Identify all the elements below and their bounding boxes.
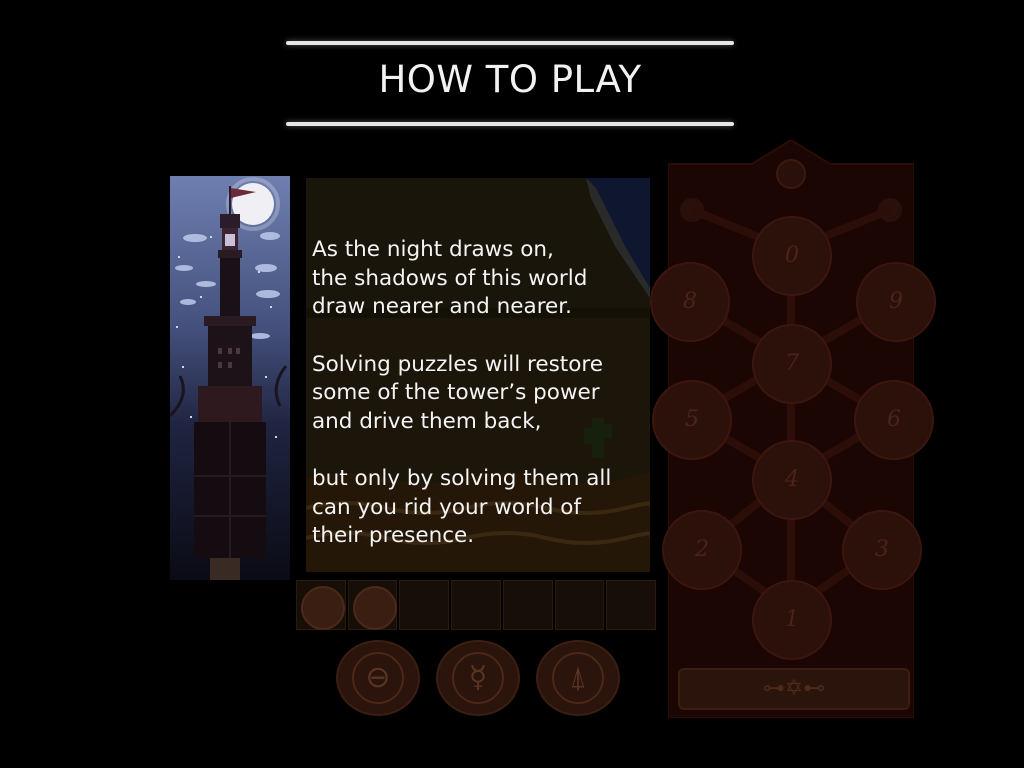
board-node-8[interactable]: 8 bbox=[650, 262, 730, 342]
instruction-line: the shadows of this world bbox=[312, 265, 588, 291]
instruction-line: some of the tower’s power bbox=[312, 380, 600, 405]
inventory-slot[interactable] bbox=[554, 580, 605, 630]
board-node-6[interactable]: 6 bbox=[854, 380, 934, 460]
instruction-paragraph-1: As the night draws on, the shadows of th… bbox=[312, 236, 652, 322]
board-node-9[interactable]: 9 bbox=[856, 262, 936, 342]
inventory-slot[interactable] bbox=[451, 580, 501, 630]
board-node-5[interactable]: 5 bbox=[652, 380, 732, 460]
instruction-line: can you rid your world of bbox=[312, 494, 582, 520]
inventory-bar bbox=[296, 580, 657, 630]
instruction-line: and drive them back, bbox=[312, 408, 542, 434]
board-node-0[interactable]: 0 bbox=[752, 216, 832, 296]
board-node-2[interactable]: 2 bbox=[662, 510, 742, 590]
instruction-line: Solving puzzles will restore bbox=[312, 351, 603, 377]
instruction-paragraph-3: but only by solving them all can you rid… bbox=[312, 465, 652, 551]
rune-button-1[interactable]: ⊖ bbox=[336, 640, 420, 716]
creature-icon bbox=[352, 586, 397, 630]
page-title: HOW TO PLAY bbox=[378, 58, 642, 101]
inventory-slot[interactable] bbox=[399, 580, 450, 630]
board-node-7[interactable]: 7 bbox=[752, 324, 832, 404]
circle-bar-icon: ⊖ bbox=[352, 652, 404, 704]
board-slider-bar[interactable]: ⊶✡⊷ bbox=[678, 668, 910, 710]
instruction-line: As the night draws on, bbox=[312, 237, 554, 262]
board-node-4[interactable]: 4 bbox=[752, 440, 832, 520]
instruction-line: their presence. bbox=[312, 523, 475, 548]
inventory-slot[interactable] bbox=[606, 580, 657, 630]
board-node-1[interactable]: 1 bbox=[752, 580, 832, 660]
sun-icon bbox=[776, 159, 806, 189]
inventory-slot[interactable] bbox=[502, 580, 553, 630]
title-top-rule bbox=[286, 41, 734, 45]
instructions-text: As the night draws on, the shadows of th… bbox=[312, 236, 652, 580]
instruction-line: but only by solving them all bbox=[312, 466, 612, 491]
mercury-icon: ☿ bbox=[452, 652, 504, 704]
board-node-3[interactable]: 3 bbox=[842, 510, 922, 590]
jar-icon bbox=[301, 586, 345, 630]
instruction-line: draw nearer and nearer. bbox=[312, 294, 572, 319]
rune-button-3[interactable]: ⍋ bbox=[536, 640, 620, 716]
title-bottom-rule bbox=[286, 122, 734, 126]
rune-button-2[interactable]: ☿ bbox=[436, 640, 520, 716]
instruction-paragraph-2: Solving puzzles will restore some of the… bbox=[312, 351, 652, 437]
tower-illustration bbox=[170, 176, 290, 580]
inventory-slot[interactable] bbox=[296, 580, 346, 630]
inventory-slot[interactable] bbox=[347, 580, 398, 630]
up-arrow-triangle-icon: ⍋ bbox=[552, 652, 604, 704]
